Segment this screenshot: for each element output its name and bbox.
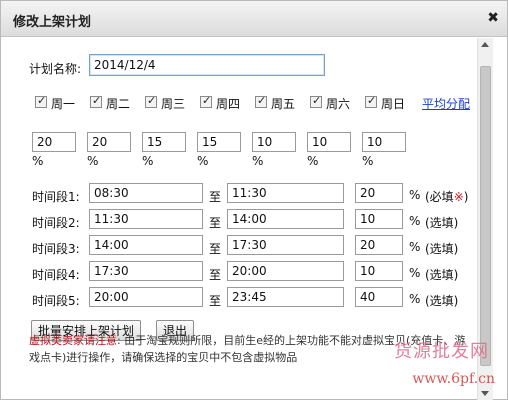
slot-percent-input[interactable] (355, 183, 403, 203)
slot-percent-input[interactable] (355, 209, 403, 229)
slot-optional-note: (选填) (425, 294, 459, 308)
percent-sign: % (252, 154, 264, 168)
time-slot-label: 时间段2: (32, 216, 80, 230)
scroll-thumb[interactable] (480, 66, 491, 366)
slot-percent-input[interactable] (355, 261, 403, 281)
percent-sign: % (409, 240, 421, 254)
plan-name-label: 计划名称: (29, 62, 82, 76)
to-label: 至 (209, 242, 222, 256)
to-label: 至 (209, 268, 222, 282)
scroll-up-arrow-icon[interactable] (481, 42, 489, 47)
percent-input-mon[interactable] (32, 132, 76, 152)
percent-sign: % (409, 214, 421, 228)
percent-input-wed[interactable] (142, 132, 186, 152)
percent-input-sun[interactable] (362, 132, 406, 152)
percent-sign: % (409, 292, 421, 306)
slot-start-input[interactable] (89, 261, 203, 281)
watermark-url: www.6pf.cn (412, 371, 495, 387)
weekday-checkbox-fri[interactable] (255, 94, 267, 108)
time-slot-label: 时间段4: (32, 268, 80, 282)
percent-input-fri[interactable] (252, 132, 296, 152)
to-label: 至 (209, 294, 222, 308)
time-slot-label: 时间段5: (32, 294, 80, 308)
weekday-checkbox-thu[interactable] (200, 94, 212, 108)
slot-required-note: (必填※) (425, 190, 469, 204)
weekday-checkbox-tue[interactable] (90, 94, 102, 108)
slot-start-input[interactable] (89, 235, 203, 255)
to-label: 至 (209, 216, 222, 230)
average-distribution-link[interactable]: 平均分配 (422, 95, 470, 112)
percent-input-tue[interactable] (87, 132, 131, 152)
slot-end-input[interactable] (227, 287, 344, 307)
percent-sign: % (409, 266, 421, 280)
weekday-label-sat: 周六 (326, 97, 351, 111)
percent-sign: % (197, 154, 209, 168)
weekday-label-thu: 周四 (216, 97, 241, 111)
weekday-label-wed: 周三 (161, 97, 186, 111)
slot-end-input[interactable] (227, 183, 344, 203)
slot-optional-note: (选填) (425, 242, 459, 256)
slot-end-input[interactable] (227, 209, 344, 229)
weekday-label-mon: 周一 (51, 97, 76, 111)
percent-sign: % (362, 154, 374, 168)
slot-start-input[interactable] (89, 287, 203, 307)
scroll-down-arrow-icon[interactable] (481, 391, 489, 396)
weekday-label-fri: 周五 (271, 97, 296, 111)
percent-sign: % (142, 154, 154, 168)
percent-input-thu[interactable] (197, 132, 241, 152)
weekday-checkbox-sun[interactable] (365, 94, 377, 108)
weekday-label-tue: 周二 (106, 97, 131, 111)
slot-percent-input[interactable] (355, 287, 403, 307)
percent-sign: % (409, 188, 421, 202)
time-slot-label: 时间段3: (32, 242, 80, 256)
close-icon[interactable]: ✖ (487, 10, 499, 26)
weekday-label-sun: 周日 (381, 97, 406, 111)
dialog-titlebar: 修改上架计划 ✖ (1, 1, 507, 37)
slot-percent-input[interactable] (355, 235, 403, 255)
slot-start-input[interactable] (89, 183, 203, 203)
slot-optional-note: (选填) (425, 216, 459, 230)
dialog-title: 修改上架计划 (13, 15, 92, 30)
percent-sign: % (87, 154, 99, 168)
plan-name-input[interactable] (89, 54, 325, 76)
slot-end-input[interactable] (227, 235, 344, 255)
slot-optional-note: (选填) (425, 268, 459, 282)
dialog: 修改上架计划 ✖ 计划名称: 周一 周二 周三 周四 周五 周六 周日 平均分配 (0, 0, 508, 400)
weekday-checkbox-mon[interactable] (35, 94, 47, 108)
slot-start-input[interactable] (89, 209, 203, 229)
notice-highlight: 虚拟类卖家请注意 (29, 334, 117, 347)
slot-end-input[interactable] (227, 261, 344, 281)
watermark-text: 货源批发网 (394, 341, 489, 362)
weekday-checkbox-sat[interactable] (310, 94, 322, 108)
percent-sign: % (32, 154, 44, 168)
to-label: 至 (209, 190, 222, 204)
percent-sign: % (307, 154, 319, 168)
percent-input-sat[interactable] (307, 132, 351, 152)
time-slot-label: 时间段1: (32, 190, 80, 204)
weekday-checkbox-wed[interactable] (145, 94, 157, 108)
